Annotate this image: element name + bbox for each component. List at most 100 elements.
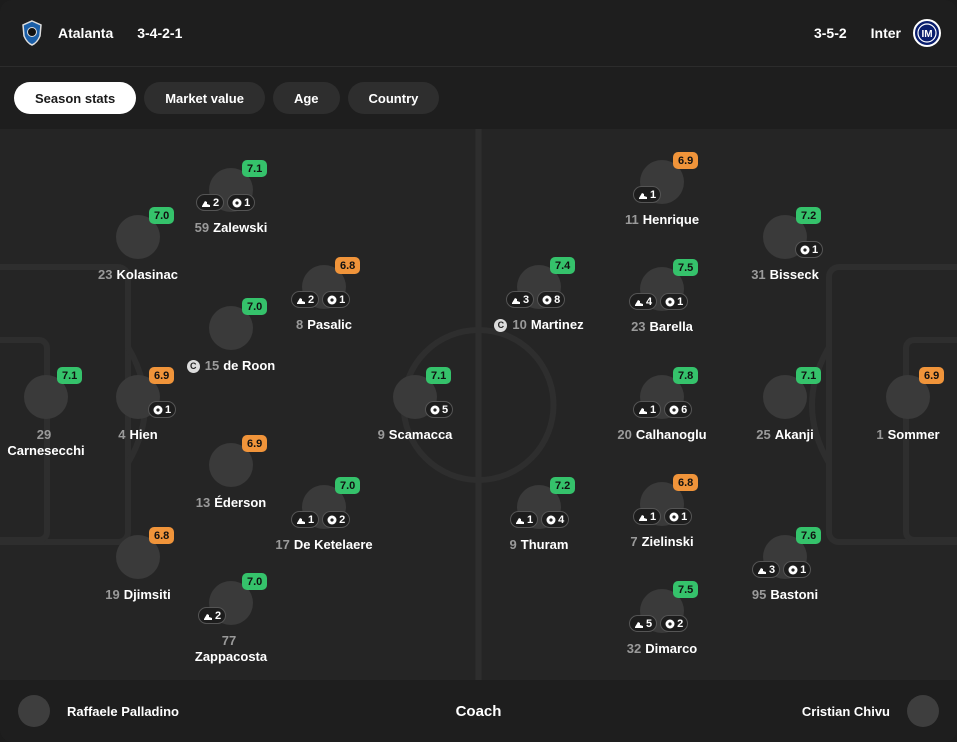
rating-badge: 6.8 (335, 257, 361, 274)
football-icon (153, 405, 163, 415)
assists-badge: 2 (198, 607, 227, 624)
home-formation: 3-4-2-1 (137, 25, 183, 41)
player-name: 77 Zappacosta (194, 633, 268, 664)
away-team-name: Inter (870, 25, 901, 41)
home-team-name: Atalanta (58, 25, 114, 41)
player-name: 31 Bisseck (751, 267, 819, 282)
goals-badge: 1 (783, 561, 812, 578)
rating-badge: 7.2 (796, 207, 822, 224)
away-formation: 3-5-2 (813, 25, 847, 41)
captain-icon: C (494, 318, 508, 332)
tab-market-value[interactable]: Market value (144, 82, 265, 114)
away-team[interactable]: 3-5-2 Inter IM (802, 19, 941, 47)
away-coach-name: Cristian Chivu (801, 703, 890, 719)
stat-badges: 1 4 (510, 511, 570, 528)
tab-season-stats[interactable]: Season stats (14, 82, 137, 114)
boot-icon (296, 515, 306, 525)
goals-badge: 1 (322, 291, 351, 308)
assists-badge: 3 (752, 561, 781, 578)
rating-badge: 7.1 (242, 160, 268, 177)
football-icon (232, 198, 242, 208)
rating-badge: 7.0 (335, 477, 361, 494)
boot-icon (296, 295, 306, 305)
atalanta-crest-icon (18, 19, 46, 47)
player-name: 59 Zalewski (194, 220, 268, 235)
boot-icon (638, 512, 648, 522)
football-icon (327, 295, 337, 305)
lineup-widget: Atalanta 3-4-2-1 3-5-2 Inter IM Season s… (0, 0, 957, 742)
player-name: 32 Dimarco (626, 641, 698, 656)
coach-photo (907, 695, 939, 727)
boot-icon (757, 565, 767, 575)
assists-badge: 2 (196, 194, 225, 211)
rating-badge: 7.0 (242, 573, 268, 590)
boot-icon (634, 297, 644, 307)
goals-badge: 2 (322, 511, 351, 528)
tab-country[interactable]: Country (347, 82, 440, 114)
player-name: 23 Kolasinac (98, 267, 178, 282)
boot-icon (201, 198, 211, 208)
player-name: C 15 de Roon (141, 358, 321, 374)
football-icon (542, 295, 552, 305)
rating-badge: 7.1 (57, 367, 83, 384)
football-icon (665, 619, 675, 629)
assists-badge: 3 (506, 291, 535, 308)
boot-icon (515, 515, 525, 525)
assists-badge: 1 (633, 508, 662, 525)
rating-badge: 6.8 (149, 527, 175, 544)
rating-badge: 7.8 (673, 367, 699, 384)
rating-badge: 7.1 (426, 367, 452, 384)
pitch: 7.1 29 Carnesecchi 6.9 1 4 Hien 7.0 23 Kola… (0, 129, 957, 680)
football-icon (665, 297, 675, 307)
football-icon (669, 405, 679, 415)
goals-badge: 4 (541, 511, 570, 528)
tab-age[interactable]: Age (272, 82, 340, 114)
stat-badges: 1 (148, 401, 177, 418)
assists-badge: 4 (629, 293, 658, 310)
player-name: 11 Henrique (624, 212, 700, 227)
player-name: 17 De Ketelaere (275, 537, 373, 552)
goals-badge: 6 (664, 401, 693, 418)
captain-icon: C (186, 359, 200, 373)
coach-bar: Raffaele Palladino Coach Cristian Chivu (0, 680, 957, 742)
stat-badges: 2 1 (291, 291, 351, 308)
boot-icon (638, 190, 648, 200)
player-name: 8 Pasalic (295, 317, 353, 332)
rating-badge: 7.0 (242, 298, 268, 315)
football-icon (788, 565, 798, 575)
goals-badge: 1 (148, 401, 177, 418)
goals-badge: 2 (660, 615, 689, 632)
rating-badge: 6.9 (242, 435, 268, 452)
boot-icon (203, 611, 213, 621)
football-icon (430, 405, 440, 415)
player-name: 19 Djimsiti (105, 587, 171, 602)
rating-badge: 7.2 (550, 477, 576, 494)
rating-badge: 7.1 (796, 367, 822, 384)
away-coach[interactable]: Cristian Chivu (802, 695, 939, 727)
football-icon (327, 515, 337, 525)
football-icon (546, 515, 556, 525)
player-name: 4 Hien (118, 427, 158, 442)
stat-badges: 3 8 (506, 291, 566, 308)
inter-crest-icon: IM (913, 19, 941, 47)
goals-badge: 1 (664, 508, 693, 525)
assists-badge: 1 (291, 511, 320, 528)
player-name: 13 Éderson (195, 495, 267, 510)
stat-badges: 2 1 (196, 194, 256, 211)
rating-badge: 6.9 (919, 367, 945, 384)
lineup-header: Atalanta 3-4-2-1 3-5-2 Inter IM (0, 0, 957, 67)
stat-badges: 4 1 (629, 293, 689, 310)
stat-badges: 5 (425, 401, 454, 418)
rating-badge: 6.9 (673, 152, 699, 169)
assists-badge: 1 (633, 401, 662, 418)
stat-badges: 1 1 (633, 508, 693, 525)
assists-badge: 2 (291, 291, 320, 308)
home-team[interactable]: Atalanta 3-4-2-1 (18, 19, 182, 47)
football-icon (669, 512, 679, 522)
stats-tabs: Season stats Market value Age Country (14, 82, 440, 114)
assists-badge: 5 (629, 615, 658, 632)
rating-badge: 7.4 (550, 257, 576, 274)
goals-badge: 5 (425, 401, 454, 418)
player-name: 9 Scamacca (377, 427, 453, 442)
goals-badge: 1 (795, 241, 824, 258)
